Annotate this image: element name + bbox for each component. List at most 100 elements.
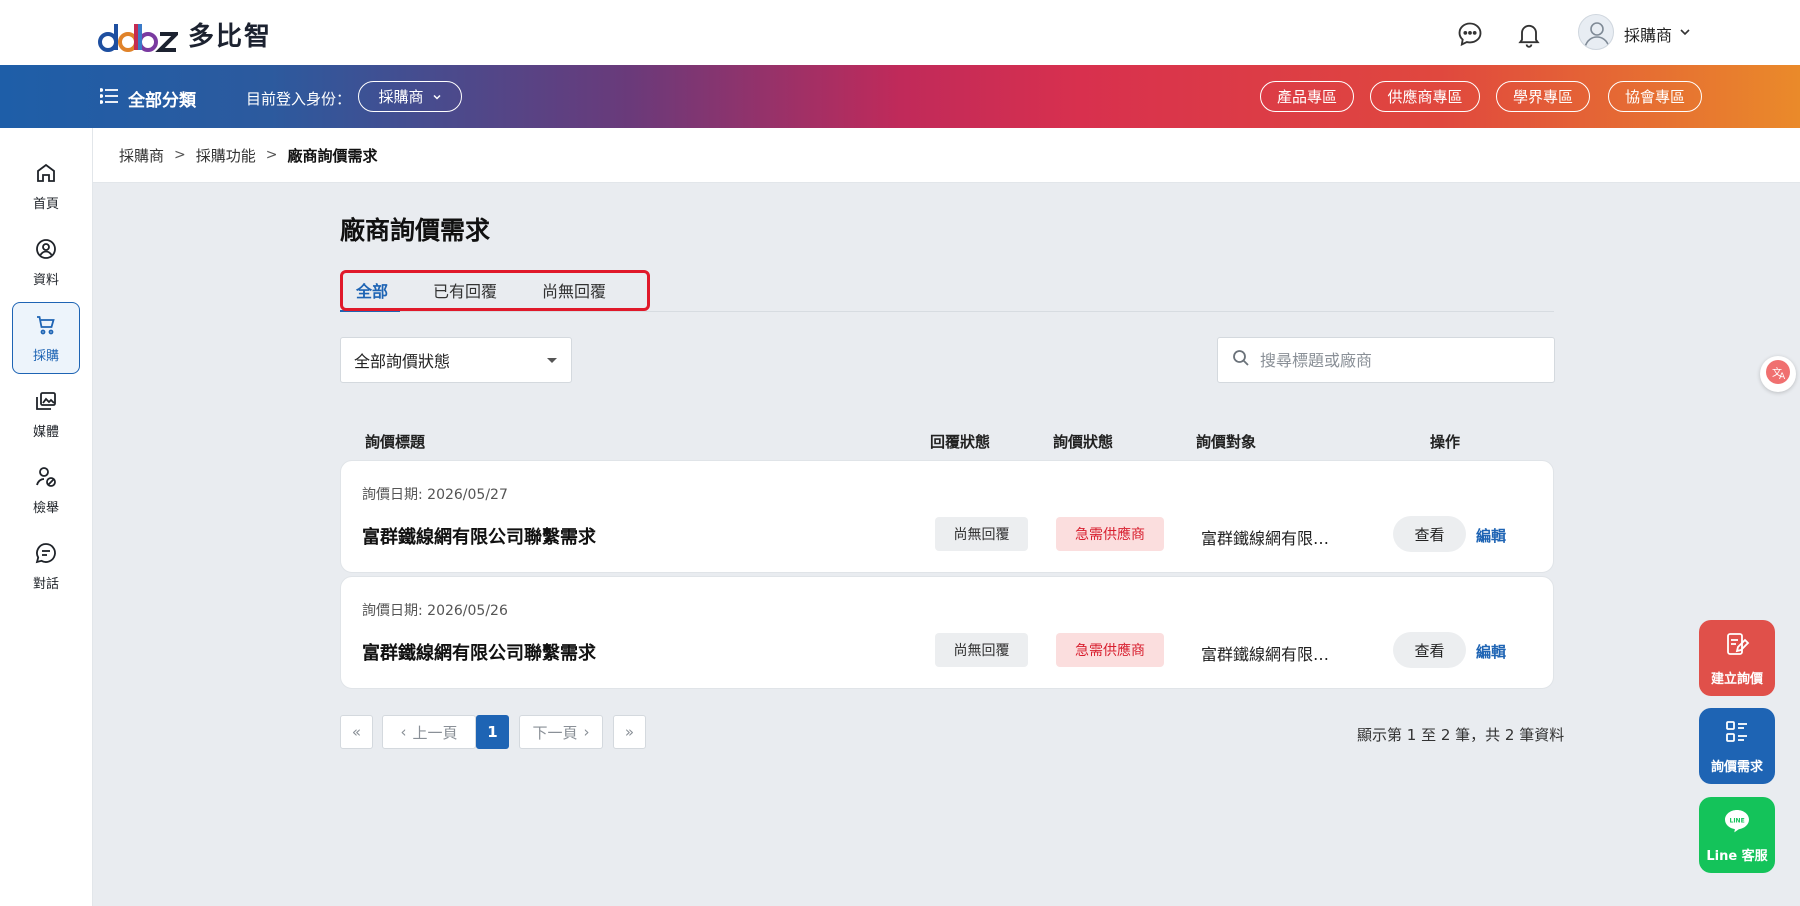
inquiry-date: 詢價日期: 2026/05/27 [362,487,508,503]
tabs-highlight-box [340,270,650,311]
user-circle-icon [34,237,58,265]
breadcrumb-item[interactable]: 採購功能 [196,145,256,166]
all-categories-label: 全部分類 [128,91,196,111]
chevron-right-icon: > [265,147,278,163]
media-icon [34,389,58,417]
avatar[interactable] [1578,14,1614,50]
edit-link[interactable]: 編輯 [1476,525,1506,546]
chevron-right-icon: > [174,147,186,163]
chevron-right-icon: › [583,723,590,741]
inquiry-needs-button[interactable]: 詢價需求 [1699,708,1775,784]
cart-icon [34,313,58,341]
sidebar-item-label: 對話 [32,576,59,592]
sidebar-item-profile[interactable]: 資料 [12,226,80,298]
list-menu-icon [99,88,118,109]
caret-down-icon [547,358,557,363]
double-chevron-right-icon: » [624,723,635,741]
zone-associations-button[interactable]: 協會專區 [1608,81,1702,112]
inquiry-needs-label: 詢價需求 [1710,759,1763,775]
line-service-button[interactable]: LINE Line 客服 [1699,797,1775,873]
bell-icon[interactable] [1515,20,1543,48]
column-header-inquiry-status: 詢價狀態 [1053,433,1114,451]
inquiry-status-select[interactable]: 全部詢價狀態 [340,337,572,383]
chevron-down-icon[interactable] [1678,24,1692,38]
chat-bubble-icon[interactable] [1456,20,1484,48]
chat-icon [34,541,58,569]
next-page-label: 下一頁 [532,723,578,742]
top-header: 多比智 採購商 [0,0,1800,65]
inquiry-title[interactable]: 富群鐵線網有限公司聯繫需求 [362,639,596,665]
sidebar-item-label: 首頁 [32,196,59,212]
first-page-button[interactable]: « [340,715,373,749]
chevron-down-icon [432,88,442,106]
double-chevron-left-icon: « [351,723,362,741]
table-row: 詢價日期: 2026/05/26 富群鐵線網有限公司聯繫需求 尚無回覆 急需供應… [340,576,1554,689]
edit-link[interactable]: 編輯 [1476,641,1506,662]
inquiry-title[interactable]: 富群鐵線網有限公司聯繫需求 [362,523,596,549]
pagination-summary: 顯示第 1 至 2 筆，共 2 筆資料 [1357,726,1565,744]
inquiry-date: 詢價日期: 2026/05/26 [362,603,508,619]
edit-document-icon [1723,630,1751,662]
table-row: 詢價日期: 2026/05/27 富群鐵線網有限公司聯繫需求 尚無回覆 急需供應… [340,460,1554,573]
reply-status-badge: 尚無回覆 [935,633,1028,667]
line-service-label: Line 客服 [1706,848,1768,864]
breadcrumb: 採購商 > 採購功能 > 廠商詢價需求 [93,128,1800,183]
sidebar-item-label: 媒體 [32,424,59,440]
column-header-reply-status: 回覆狀態 [930,433,991,451]
page-number-button[interactable]: 1 [476,715,509,749]
sidebar-item-media[interactable]: 媒體 [12,378,80,450]
column-header-title: 詢價標題 [365,433,426,451]
page-title: 廠商詢價需求 [340,216,491,245]
sidebar-item-procurement[interactable]: 採購 [12,302,80,374]
search-icon [1232,349,1250,371]
zone-academia-button[interactable]: 學界專區 [1496,81,1590,112]
role-select[interactable]: 採購商 [358,81,462,112]
logo-mark-icon [98,14,178,54]
breadcrumb-item[interactable]: 採購商 [119,145,164,166]
prev-page-label: 上一頁 [412,723,458,742]
chevron-left-icon: ‹ [400,723,407,741]
category-bar: 全部分類 目前登入身份： 採購商 產品專區 供應商專區 學界專區 協會專區 [0,65,1800,128]
inquiry-target: 富群鐵線網有限… [1201,645,1330,664]
search-input[interactable] [1260,350,1540,370]
reply-status-badge: 尚無回覆 [935,517,1028,551]
zone-suppliers-button[interactable]: 供應商專區 [1370,81,1480,112]
sidebar: 首頁 資料 採購 媒體 檢舉 對話 [0,128,93,906]
sidebar-item-chat[interactable]: 對話 [12,530,80,602]
list-grid-icon [1723,718,1751,750]
view-button[interactable]: 查看 [1393,516,1466,552]
line-logo-icon: LINE [1723,807,1751,839]
create-inquiry-label: 建立詢價 [1710,671,1763,687]
role-value: 採購商 [378,88,424,106]
translate-icon: 文A [1765,359,1791,389]
brand-name: 多比智 [188,21,273,52]
create-inquiry-button[interactable]: 建立詢價 [1699,620,1775,696]
role-label: 目前登入身份： [246,90,352,108]
home-icon [34,161,58,189]
sidebar-item-label: 採購 [32,348,59,364]
zone-products-button[interactable]: 產品專區 [1260,81,1354,112]
breadcrumb-current: 廠商詢價需求 [287,146,378,165]
line-logo-text: LINE [1730,817,1745,824]
column-header-actions: 操作 [1430,433,1461,451]
inquiry-target: 富群鐵線網有限… [1201,529,1330,548]
prev-page-button[interactable]: ‹ 上一頁 [382,715,476,749]
sidebar-item-label: 資料 [32,272,59,288]
last-page-button[interactable]: » [613,715,646,749]
sidebar-item-label: 檢舉 [32,500,59,516]
inquiry-status-badge: 急需供應商 [1056,517,1164,551]
svg-text:A: A [1779,372,1786,382]
next-page-button[interactable]: 下一頁 › [519,715,603,749]
inquiry-status-value: 全部詢價狀態 [354,352,451,371]
translate-button[interactable]: 文A [1760,356,1796,392]
column-header-target: 詢價對象 [1196,433,1257,451]
sidebar-item-report[interactable]: 檢舉 [12,454,80,526]
sidebar-item-home[interactable]: 首頁 [12,150,80,222]
all-categories-button[interactable]: 全部分類 [99,86,196,111]
search-box[interactable] [1217,337,1555,383]
view-button[interactable]: 查看 [1393,632,1466,668]
report-user-icon [34,465,58,493]
inquiry-status-badge: 急需供應商 [1056,633,1164,667]
user-name[interactable]: 採購商 [1624,22,1672,46]
brand-logo[interactable]: 多比智 [98,14,272,54]
